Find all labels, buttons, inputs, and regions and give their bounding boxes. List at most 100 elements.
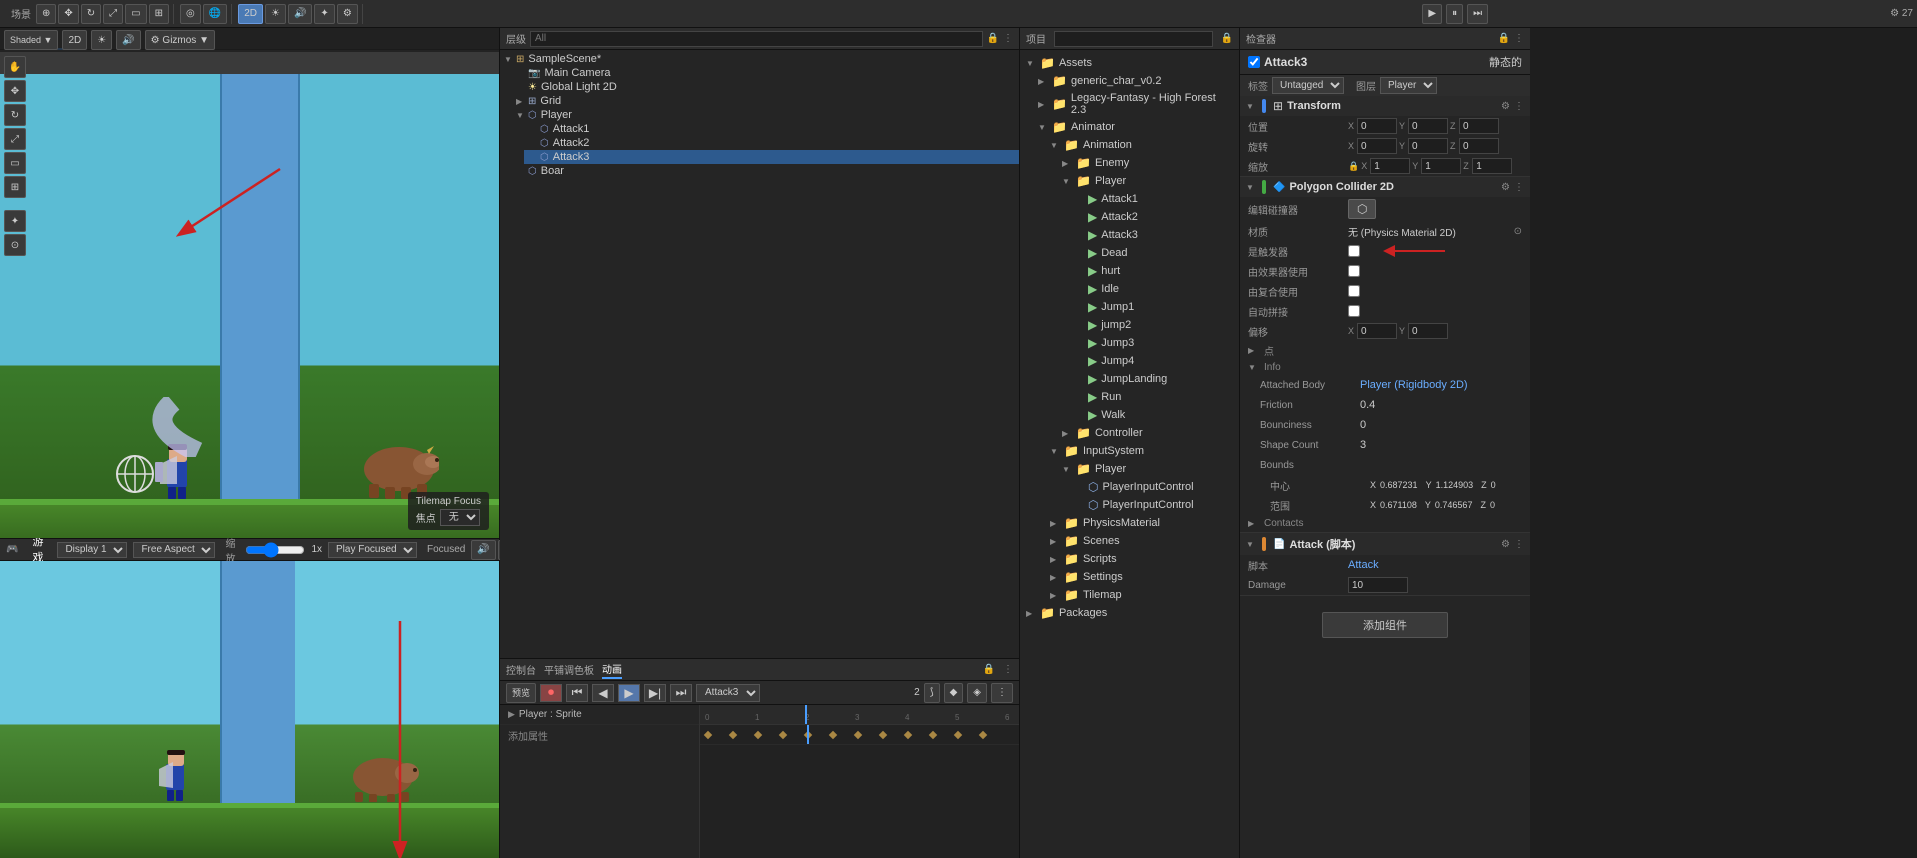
- animation-tab-active[interactable]: 动画: [602, 661, 622, 679]
- anim-preview-btn[interactable]: 预览: [506, 683, 536, 703]
- proj-controller[interactable]: ▶ 📁 Controller: [1056, 424, 1239, 442]
- tree-item-grid[interactable]: ⊞ Grid: [512, 94, 1019, 108]
- anim-next-btn[interactable]: ▶|: [644, 684, 666, 702]
- all-scene-tool[interactable]: ⊞: [4, 176, 26, 198]
- rot-z-input[interactable]: [1459, 138, 1499, 154]
- custom-tool-2[interactable]: ⊙: [4, 234, 26, 256]
- points-header[interactable]: 点: [1240, 341, 1530, 360]
- proj-settings[interactable]: ▶ 📁 Settings: [1044, 568, 1239, 586]
- scale-slider[interactable]: [245, 544, 305, 556]
- proj-attack1-anim[interactable]: ▶ Attack1: [1068, 190, 1239, 208]
- autotiling-checkbox[interactable]: [1348, 305, 1360, 317]
- 2d-scene-btn[interactable]: 2D: [62, 30, 87, 50]
- move-tool[interactable]: ✥: [58, 4, 78, 24]
- palette-tab[interactable]: 平铺调色板: [544, 662, 594, 677]
- add-component-btn[interactable]: 添加组件: [1322, 612, 1448, 638]
- proj-attack3-anim[interactable]: ▶ Attack3: [1068, 226, 1239, 244]
- anim-curves-btn[interactable]: ⟆: [924, 683, 940, 703]
- tree-item-player[interactable]: ⬡ Player: [512, 108, 1019, 122]
- contacts-header[interactable]: Contacts: [1240, 515, 1530, 532]
- offset-y-input[interactable]: [1408, 323, 1448, 339]
- proj-dead-anim[interactable]: ▶ Dead: [1068, 244, 1239, 262]
- global-btn[interactable]: 🌐: [203, 4, 227, 24]
- proj-animation[interactable]: ▼ 📁 Animation: [1044, 136, 1239, 154]
- pause-btn[interactable]: ⏸: [1446, 4, 1463, 24]
- tag-select[interactable]: Untagged: [1272, 77, 1344, 94]
- effect-checkbox[interactable]: [1348, 265, 1360, 277]
- pos-x-input[interactable]: [1357, 118, 1397, 134]
- move-scene-tool[interactable]: ✥: [4, 80, 26, 102]
- anim-play-btn[interactable]: ▶: [618, 684, 640, 702]
- rotate-tool[interactable]: ↻: [81, 4, 101, 24]
- rotate-scene-tool[interactable]: ↻: [4, 104, 26, 126]
- anim-timeline[interactable]: 0 1 2 3 4 5 6: [700, 705, 1019, 858]
- lighting-btn[interactable]: ☀: [265, 4, 286, 24]
- proj-enemy[interactable]: ▶ 📁 Enemy: [1056, 154, 1239, 172]
- mute-btn[interactable]: 🔊: [471, 540, 495, 560]
- play-mode-select[interactable]: Play Focused: [328, 542, 417, 558]
- focus-dropdown[interactable]: 无: [440, 509, 480, 526]
- proj-run-anim[interactable]: ▶ Run: [1068, 388, 1239, 406]
- gizmos-btn[interactable]: ⚙: [337, 4, 358, 24]
- proj-tilemap[interactable]: ▶ 📁 Tilemap: [1044, 586, 1239, 604]
- attack-cog[interactable]: ⚙: [1501, 539, 1510, 550]
- anim-last-btn[interactable]: ⏭: [670, 684, 692, 702]
- proj-packages[interactable]: ▶ 📁 Packages: [1020, 604, 1239, 622]
- rect-tool[interactable]: ▭: [125, 4, 146, 24]
- anim-first-btn[interactable]: ⏮: [566, 684, 588, 702]
- audio-btn[interactable]: 🔊: [288, 4, 312, 24]
- transform-dots[interactable]: ⋮: [1514, 101, 1524, 112]
- track-player-sprite[interactable]: ▶ Player : Sprite: [500, 705, 699, 725]
- all-tool[interactable]: ⊞: [149, 4, 169, 24]
- attached-body-value[interactable]: Player (Rigidbody 2D): [1360, 379, 1468, 391]
- hand-tool[interactable]: ✋: [4, 56, 26, 78]
- layer-select[interactable]: Player: [1380, 77, 1437, 94]
- anim-diamond-btn[interactable]: ◆: [944, 683, 964, 703]
- tree-item-boar[interactable]: ⬡ Boar: [512, 164, 1019, 178]
- proj-playerinput2[interactable]: ⬡ PlayerInputControl: [1068, 496, 1239, 514]
- edit-collider-btn[interactable]: ⬡: [1348, 199, 1376, 219]
- proj-scenes[interactable]: ▶ 📁 Scenes: [1044, 532, 1239, 550]
- pos-z-input[interactable]: [1459, 118, 1499, 134]
- transform-header[interactable]: ⊞ Transform ⚙ ⋮: [1240, 96, 1530, 116]
- aspect-select[interactable]: Free Aspect: [133, 542, 215, 558]
- proj-scripts[interactable]: ▶ 📁 Scripts: [1044, 550, 1239, 568]
- composite-checkbox[interactable]: [1348, 285, 1360, 297]
- tree-item-globallight[interactable]: ☀ Global Light 2D: [512, 80, 1019, 94]
- anim-settings-btn[interactable]: ⋮: [991, 683, 1013, 703]
- damage-input[interactable]: [1348, 577, 1408, 593]
- play-btn[interactable]: ▶: [1422, 4, 1442, 24]
- display-select[interactable]: Display 1: [57, 542, 127, 558]
- shaded-btn[interactable]: Shaded ▼: [4, 30, 58, 50]
- proj-physicsmaterial[interactable]: ▶ 📁 PhysicsMaterial: [1044, 514, 1239, 532]
- pivot-btn[interactable]: ◎: [180, 4, 201, 24]
- anim-keyframe-btn[interactable]: ◈: [967, 683, 987, 703]
- step-btn[interactable]: ⏭: [1467, 4, 1488, 24]
- scale-tool[interactable]: ⤢: [103, 4, 123, 24]
- proj-generic[interactable]: ▶ 📁 generic_char_v0.2: [1032, 72, 1239, 90]
- scale-z-input[interactable]: [1472, 158, 1512, 174]
- material-picker[interactable]: ⊙: [1514, 226, 1522, 237]
- console-tab[interactable]: 控制台: [506, 662, 536, 677]
- proj-assets[interactable]: ▼ 📁 Assets: [1020, 54, 1239, 72]
- 2d-btn[interactable]: 2D: [238, 4, 263, 24]
- custom-tool[interactable]: ✦: [4, 210, 26, 232]
- proj-legacy[interactable]: ▶ 📁 Legacy-Fantasy - High Forest 2.3: [1032, 90, 1239, 118]
- audio-scene-btn[interactable]: 🔊: [116, 30, 140, 50]
- proj-player-inp[interactable]: ▼ 📁 Player: [1056, 460, 1239, 478]
- lighting-scene-btn[interactable]: ☀: [91, 30, 112, 50]
- rot-x-input[interactable]: [1357, 138, 1397, 154]
- polygon-collider-header[interactable]: 🔷 Polygon Collider 2D ⚙ ⋮: [1240, 177, 1530, 197]
- trigger-checkbox[interactable]: [1348, 245, 1360, 257]
- rot-y-input[interactable]: [1408, 138, 1448, 154]
- proj-inputsystem[interactable]: ▼ 📁 InputSystem: [1044, 442, 1239, 460]
- transform-tool[interactable]: ⊕: [36, 4, 56, 24]
- scale-y-input[interactable]: [1421, 158, 1461, 174]
- tree-item-maincamera[interactable]: 📷 Main Camera: [512, 66, 1019, 80]
- proj-walk-anim[interactable]: ▶ Walk: [1068, 406, 1239, 424]
- proj-jumplanding-anim[interactable]: ▶ JumpLanding: [1068, 370, 1239, 388]
- anim-clip-select[interactable]: Attack3: [696, 684, 760, 702]
- pos-y-input[interactable]: [1408, 118, 1448, 134]
- fx-btn[interactable]: ✦: [314, 4, 334, 24]
- scale-scene-tool[interactable]: ⤢: [4, 128, 26, 150]
